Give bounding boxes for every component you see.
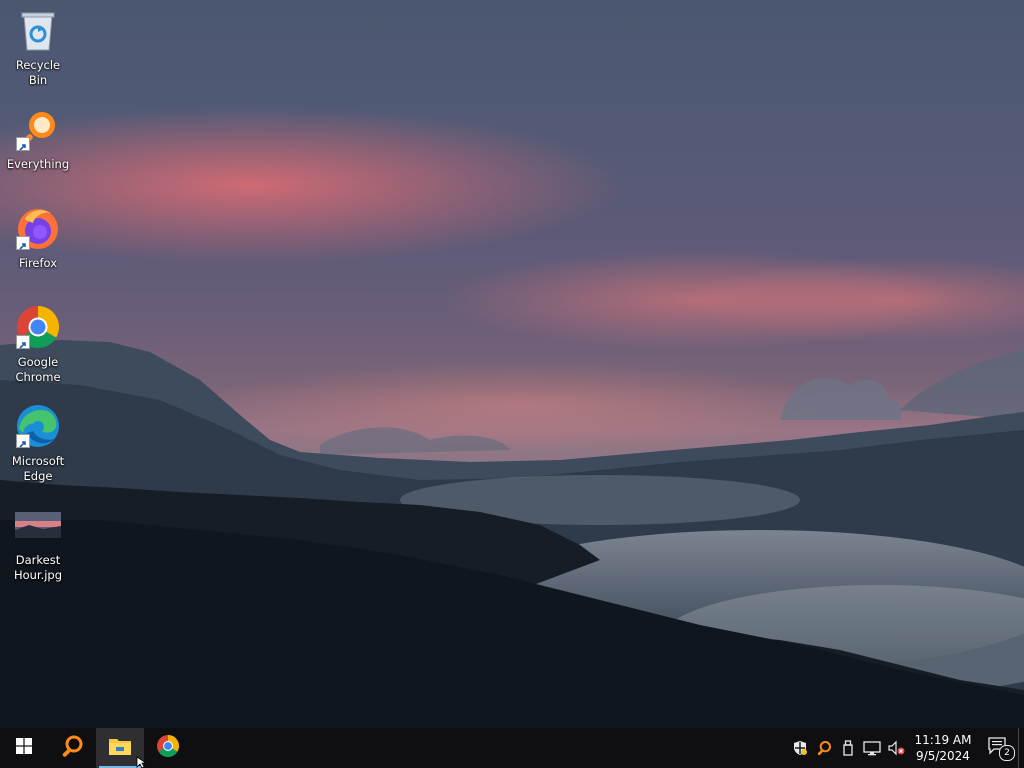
recycle-bin-label: Recycle Bin: [15, 58, 61, 87]
show-desktop-button[interactable]: [1018, 728, 1024, 768]
notification-count-badge: 2: [999, 745, 1015, 761]
desktop-icon-firefox[interactable]: Firefox: [6, 204, 70, 294]
desktop-icon-recycle-bin[interactable]: Recycle Bin: [6, 6, 70, 96]
taskbar-everything-button[interactable]: [48, 728, 96, 768]
clock-time: 11:19 AM: [914, 733, 972, 747]
everything-search-icon[interactable]: [812, 728, 836, 768]
chrome-icon: [14, 303, 62, 351]
file-explorer-icon: [108, 736, 132, 760]
firefox-icon: [14, 204, 62, 252]
network-icon[interactable]: [860, 728, 884, 768]
microsoft-edge-label: Microsoft Edge: [11, 454, 65, 483]
shortcut-arrow-icon: [16, 236, 30, 250]
everything-search-icon: [14, 105, 62, 153]
desktop-icon-microsoft-edge[interactable]: Microsoft Edge: [6, 402, 70, 492]
start-button[interactable]: [0, 728, 48, 768]
firefox-label: Firefox: [18, 256, 58, 270]
shortcut-arrow-icon: [16, 434, 30, 448]
clock-date: 9/5/2024: [916, 749, 970, 763]
shortcut-arrow-icon: [16, 335, 30, 349]
taskbar-chrome-button[interactable]: [144, 728, 192, 768]
desktop-icon-everything[interactable]: Everything: [6, 105, 70, 195]
image-file-icon: [14, 501, 62, 549]
taskbar-clock[interactable]: 11:19 AM 9/5/2024: [908, 728, 978, 768]
desktop-icon-darkest-hour[interactable]: Darkest Hour.jpg: [6, 501, 70, 591]
darkest-hour-label: Darkest Hour.jpg: [13, 553, 63, 582]
edge-icon: [14, 402, 62, 450]
taskbar: 11:19 AM 9/5/2024 2: [0, 728, 1024, 768]
everything-search-icon: [60, 734, 84, 762]
desktop-icon-google-chrome[interactable]: Google Chrome: [6, 303, 70, 393]
windows-logo-icon: [16, 738, 32, 758]
usb-icon[interactable]: [836, 728, 860, 768]
security-icon[interactable]: [788, 728, 812, 768]
volume-muted-icon[interactable]: [884, 728, 908, 768]
shortcut-arrow-icon: [16, 137, 30, 151]
recycle-bin-icon: [14, 6, 62, 54]
desktop-wallpaper: [0, 340, 1024, 728]
everything-label: Everything: [6, 157, 70, 171]
chrome-icon: [156, 734, 180, 762]
action-center-button[interactable]: 2: [978, 728, 1018, 768]
mouse-cursor-icon: [136, 756, 148, 768]
system-tray: 11:19 AM 9/5/2024 2: [788, 728, 1024, 768]
google-chrome-label: Google Chrome: [15, 355, 61, 384]
